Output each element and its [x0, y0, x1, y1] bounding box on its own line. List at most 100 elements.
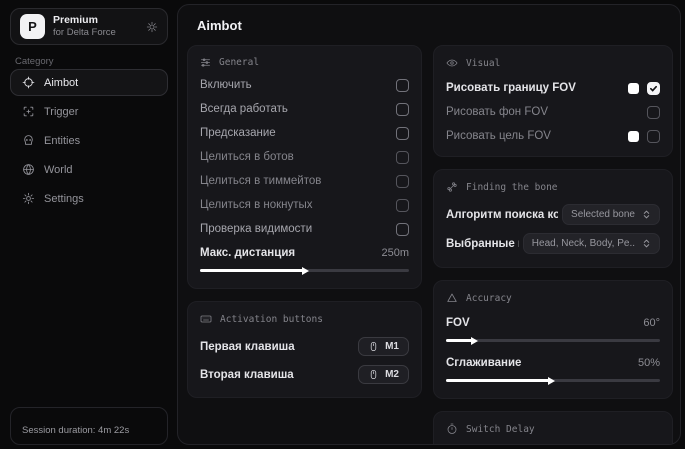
setting-value: 250m [381, 247, 409, 259]
section-title: Finding the bone [466, 182, 558, 193]
toggle-row: Целиться в ботов [200, 150, 409, 164]
section-title: General [219, 57, 259, 68]
checkbox[interactable] [647, 130, 660, 143]
globe-icon [22, 163, 35, 176]
slider-fill [446, 379, 551, 382]
smoothing-slider[interactable] [446, 376, 660, 385]
dropdown-value: Selected bone [571, 209, 635, 220]
checkbox[interactable] [647, 82, 660, 95]
max-distance-slider[interactable] [200, 266, 409, 275]
checkbox[interactable] [396, 223, 409, 236]
session-box: Session duration: 4m 22s [10, 407, 168, 445]
toggle-label: Всегда работать [200, 103, 288, 115]
toggle-label: Предсказание [200, 127, 276, 139]
sidebar: P Premium for Delta Force Category Aimbo… [0, 0, 176, 449]
timer-icon [446, 423, 458, 435]
slider-thumb[interactable] [548, 377, 555, 385]
eye-icon [446, 57, 458, 69]
product-name: Premium [53, 14, 116, 27]
keybind-label: Вторая клавиша [200, 369, 294, 381]
section-title: Accuracy [466, 293, 512, 304]
keybind-button-primary[interactable]: M1 [358, 337, 409, 356]
section-header-visual: Visual [446, 57, 660, 69]
toggle-row: Целиться в нокнутых [200, 198, 409, 212]
setting-value: 50% [638, 357, 660, 369]
switch-delay-card: Switch Delay Задержка переключения Задер… [433, 411, 673, 445]
toggle-label: Проверка видимости [200, 223, 312, 235]
section-header-activation: Activation buttons [200, 313, 409, 325]
triangle-icon [446, 292, 458, 304]
setting-row: Макс. дистанция 250m [200, 246, 409, 260]
entities-icon [22, 134, 35, 147]
toggle-row: Проверка видимости [200, 222, 409, 236]
sidebar-item-entities[interactable]: Entities [10, 127, 168, 154]
keybind-value: M2 [385, 369, 399, 380]
slider-track [446, 339, 660, 342]
keybind-button-secondary[interactable]: M2 [358, 365, 409, 384]
toggle-row: Включить [200, 78, 409, 92]
slider-thumb[interactable] [302, 267, 309, 275]
selected-bones-select[interactable]: Head, Neck, Body, Pe.. [523, 233, 660, 254]
mouse-icon [368, 369, 379, 380]
dropdown-value: Head, Neck, Body, Pe.. [532, 238, 635, 249]
sidebar-item-trigger[interactable]: Trigger [10, 98, 168, 125]
toggle-label: Целиться в тиммейтов [200, 175, 321, 187]
product-card: P Premium for Delta Force [10, 8, 168, 45]
product-text: Premium for Delta Force [53, 14, 116, 39]
sliders-icon [200, 57, 211, 68]
color-swatch[interactable] [628, 83, 639, 94]
trigger-scope-icon [22, 105, 35, 118]
section-title: Visual [466, 58, 500, 69]
slider-thumb[interactable] [471, 337, 478, 345]
checkbox[interactable] [396, 127, 409, 140]
sidebar-item-aimbot[interactable]: Aimbot [10, 69, 168, 96]
gear-icon[interactable] [146, 21, 158, 33]
visual-row: Рисовать фон FOV [446, 105, 660, 119]
visual-label: Рисовать цель FOV [446, 130, 551, 142]
slider-fill [200, 269, 305, 272]
section-title: Switch Delay [466, 424, 535, 435]
toggle-label: Целиться в нокнутых [200, 199, 313, 211]
nav-label: Entities [44, 135, 80, 147]
color-swatch[interactable] [628, 131, 639, 142]
visual-label: Рисовать границу FOV [446, 82, 576, 94]
left-column: General Включить Всегда работать Предска… [187, 45, 422, 398]
checkbox[interactable] [396, 151, 409, 164]
bone-card: Finding the bone Алгоритм поиска кост Se… [433, 169, 673, 268]
nav-label: World [44, 164, 73, 176]
section-title: Activation buttons [220, 314, 323, 325]
visual-row: Рисовать цель FOV [446, 129, 660, 143]
sidebar-item-settings[interactable]: Settings [10, 185, 168, 212]
right-column: Visual Рисовать границу FOV Рисовать фон… [433, 45, 673, 445]
keybind-row: Вторая клавиша M2 [200, 365, 409, 384]
fov-slider[interactable] [446, 336, 660, 345]
checkbox[interactable] [396, 79, 409, 92]
unfold-icon [642, 239, 651, 248]
setting-label: Макс. дистанция [200, 247, 295, 259]
nav-label: Trigger [44, 106, 78, 118]
general-card: General Включить Всегда работать Предска… [187, 45, 422, 289]
checkbox[interactable] [396, 103, 409, 116]
bone-label: Алгоритм поиска кост [446, 209, 558, 221]
toggle-row: Всегда работать [200, 102, 409, 116]
keybind-label: Первая клавиша [200, 341, 295, 353]
activation-card: Activation buttons Первая клавиша M1 Вто… [187, 301, 422, 398]
keyboard-icon [200, 313, 212, 325]
product-logo: P [20, 14, 45, 39]
slider-fill [446, 339, 474, 342]
setting-row: FOV 60° [446, 316, 660, 330]
checkbox[interactable] [647, 106, 660, 119]
checkbox[interactable] [396, 199, 409, 212]
section-header-accuracy: Accuracy [446, 292, 660, 304]
mouse-icon [368, 341, 379, 352]
sidebar-item-world[interactable]: World [10, 156, 168, 183]
checkbox[interactable] [396, 175, 409, 188]
toggle-row: Целиться в тиммейтов [200, 174, 409, 188]
bone-algorithm-select[interactable]: Selected bone [562, 204, 660, 225]
bone-label: Выбранные кос [446, 238, 519, 250]
setting-row: Сглаживание 50% [446, 356, 660, 370]
visual-row: Рисовать границу FOV [446, 81, 660, 95]
bone-icon [446, 181, 458, 193]
nav-label: Aimbot [44, 77, 78, 89]
session-duration: Session duration: 4m 22s [22, 425, 129, 436]
